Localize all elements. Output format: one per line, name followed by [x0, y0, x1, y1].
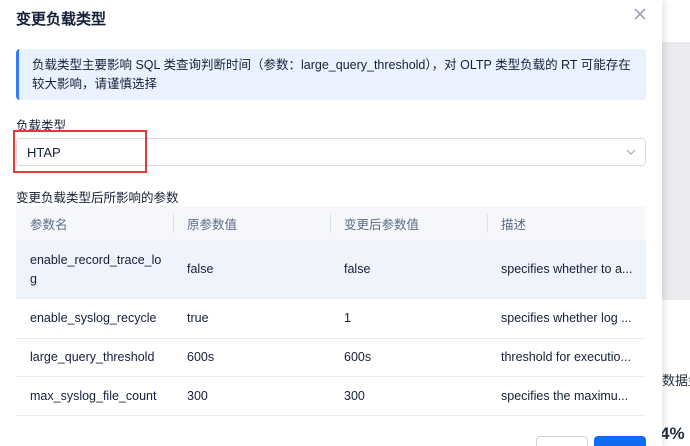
cell-description: specifies whether to a...	[501, 262, 633, 276]
header-description: 描述	[487, 206, 646, 241]
cell-original-value: false	[187, 262, 214, 276]
workload-type-select[interactable]: HTAP	[16, 138, 646, 166]
info-alert: 负载类型主要影响 SQL 类查询判断时间（参数：large_query_thre…	[16, 49, 646, 100]
cell-param-name: large_query_threshold	[30, 350, 155, 364]
header-param-name: 参数名	[30, 218, 68, 232]
change-workload-type-modal: 变更负载类型 负载类型主要影响 SQL 类查询判断时间（参数：large_que…	[0, 0, 662, 446]
cancel-button[interactable]: 取消	[536, 436, 588, 446]
cell-new-value: 300	[344, 388, 365, 403]
workload-type-label: 负载类型	[16, 119, 67, 133]
table-row[interactable]: enable_syslog_recycle true 1 specifies w…	[16, 299, 646, 339]
cell-description: specifies the maximu...	[501, 388, 629, 403]
affected-params-label: 变更负载类型后所影响的参数	[16, 191, 179, 205]
modal-title: 变更负载类型	[16, 11, 107, 28]
close-icon	[634, 8, 646, 20]
background-text: 数据盘	[662, 373, 690, 388]
close-button[interactable]	[630, 4, 650, 24]
background-header	[660, 0, 690, 42]
cell-original-value: 600s	[187, 350, 215, 364]
cell-original-value: true	[187, 311, 209, 325]
cell-param-name: enable_record_trace_log	[30, 252, 162, 286]
cell-original-value: 300	[187, 388, 208, 403]
table-row[interactable]: enable_record_trace_log false false spec…	[16, 241, 646, 299]
cell-description: threshold for executio...	[501, 350, 631, 364]
background-percent: 4%	[660, 424, 685, 443]
table-row[interactable]: large_query_threshold 600s 600s threshol…	[16, 339, 646, 377]
header-original-value: 原参数值	[173, 206, 330, 241]
cell-new-value: 600s	[344, 350, 372, 364]
confirm-button[interactable]: 确定	[594, 436, 646, 446]
cell-description: specifies whether log ...	[501, 311, 632, 325]
chevron-down-icon	[626, 149, 636, 155]
params-table: 参数名 原参数值 变更后参数值 描述 enable_record_trace_l…	[16, 206, 646, 416]
cell-new-value: 1	[344, 311, 351, 325]
alert-text: 负载类型主要影响 SQL 类查询判断时间（参数：large_query_thre…	[32, 58, 631, 91]
header-new-value: 变更后参数值	[330, 206, 487, 241]
table-row[interactable]: max_syslog_file_count 300 300 specifies …	[16, 377, 646, 416]
cell-param-name: enable_syslog_recycle	[30, 311, 157, 325]
cell-new-value: false	[344, 262, 371, 276]
cell-param-name: max_syslog_file_count	[30, 388, 157, 403]
select-value: HTAP	[27, 145, 61, 160]
table-header: 参数名 原参数值 变更后参数值 描述	[16, 206, 646, 241]
